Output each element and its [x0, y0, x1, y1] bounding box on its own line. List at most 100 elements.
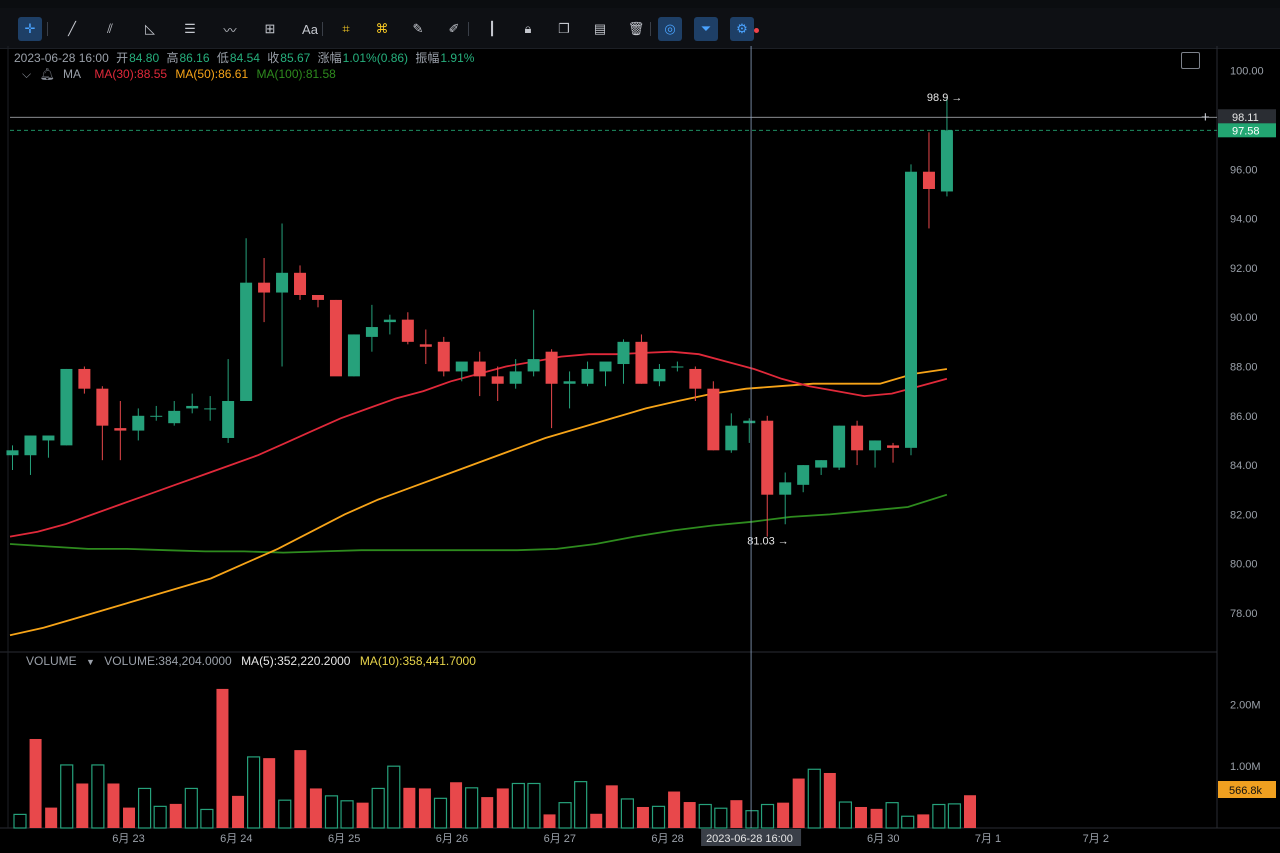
volume-bar — [481, 797, 494, 828]
volume-bar — [278, 799, 292, 829]
candle-body — [635, 341, 648, 384]
volume-bar — [668, 791, 681, 828]
volume-bar — [947, 803, 962, 829]
time-tick-label: 6月 25 — [328, 833, 360, 845]
candle-body — [150, 415, 163, 417]
candle-body — [204, 408, 217, 410]
volume-bar — [496, 788, 509, 828]
candle-body — [311, 294, 324, 300]
volume-bar — [558, 802, 572, 829]
candle-body — [905, 171, 917, 448]
volume-bar — [465, 787, 479, 829]
candle-body — [653, 368, 666, 382]
horizontal-price-label: 98.11 — [1232, 112, 1259, 124]
volume-bar — [294, 750, 307, 828]
ma100-line — [9, 493, 948, 554]
volume-bar — [107, 783, 120, 828]
volume-bar — [169, 803, 182, 828]
volume-bar — [137, 787, 152, 829]
volume-bar — [683, 802, 696, 828]
candle-body — [6, 450, 19, 456]
candle-body — [365, 327, 378, 337]
volume-bar — [60, 764, 74, 829]
price-tick-label: 86.00 — [1230, 411, 1258, 423]
candle-body — [60, 368, 73, 446]
volume-bar — [777, 802, 790, 828]
candle-body — [132, 415, 145, 431]
candle-body — [887, 445, 900, 448]
candle-body — [96, 388, 109, 426]
candle-body — [347, 334, 360, 377]
volume-bar — [792, 778, 805, 828]
volume-bar — [885, 802, 899, 829]
volume-bar — [854, 806, 867, 828]
volume-bar — [356, 802, 369, 828]
volume-bar — [823, 772, 836, 828]
volume-bar — [901, 815, 915, 829]
candle-body — [617, 341, 630, 365]
price-tick-label: 100.00 — [1230, 66, 1264, 78]
time-tick-label: 6月 28 — [651, 833, 683, 845]
candle-body — [599, 361, 612, 372]
volume-bar — [387, 765, 401, 829]
candle-body — [671, 366, 684, 368]
candle-body — [581, 368, 594, 384]
price-tick-label: 96.00 — [1230, 164, 1258, 176]
candle-body — [24, 435, 37, 456]
volume-bar — [324, 795, 339, 829]
volume-bar — [574, 781, 588, 829]
candle-body — [779, 482, 792, 495]
volume-bar — [964, 795, 976, 828]
time-tick-label: 7月 2 — [1083, 833, 1109, 845]
volume-bar — [29, 738, 42, 828]
volume-bar — [45, 807, 58, 828]
candle-body — [258, 282, 271, 293]
candle-body — [42, 435, 55, 441]
volume-bar — [153, 805, 167, 829]
ma30-line — [9, 350, 948, 538]
candle-body — [707, 388, 720, 451]
candle-body — [186, 405, 199, 409]
last-volume-label: 566.8k — [1229, 785, 1263, 797]
candle-body — [168, 410, 181, 424]
candle-body — [940, 130, 953, 192]
volume-bar — [620, 798, 634, 829]
volume-tick-label: 1.00M — [1230, 761, 1261, 773]
volume-bar — [309, 788, 322, 828]
candle-body — [437, 341, 450, 372]
volume-bar — [232, 795, 245, 828]
time-tick-label: 6月 27 — [544, 833, 576, 845]
price-tick-label: 78.00 — [1230, 608, 1258, 620]
candlestick-chart[interactable]: 100.0098.0096.0094.0092.0090.0088.0086.0… — [0, 0, 1280, 853]
candle-body — [294, 272, 307, 295]
candle-body — [797, 465, 810, 485]
candle-body — [114, 428, 127, 431]
volume-bar — [216, 688, 229, 828]
candle-body — [222, 401, 235, 438]
volume-bar — [247, 756, 261, 829]
volume-bar — [760, 803, 775, 829]
candle-body — [329, 299, 342, 377]
volume-bar — [403, 787, 416, 828]
candle-body — [473, 361, 486, 377]
candle-body — [419, 344, 432, 347]
volume-bar — [76, 783, 89, 828]
price-tick-label: 88.00 — [1230, 361, 1258, 373]
volume-bar — [605, 785, 618, 828]
volume-bar — [450, 782, 463, 828]
time-tick-label: 7月 1 — [975, 833, 1001, 845]
volume-bar — [371, 787, 385, 829]
candle-body — [527, 359, 540, 372]
candle-body — [689, 368, 702, 389]
volume-bar — [511, 782, 525, 829]
candle-body — [922, 171, 935, 189]
price-tick-label: 84.00 — [1230, 460, 1258, 472]
volume-bar — [13, 813, 27, 829]
volume-bar — [714, 807, 728, 829]
time-tick-label: 6月 23 — [112, 833, 144, 845]
add-alert-icon: + — [1201, 109, 1210, 126]
volume-bar — [200, 808, 214, 829]
volume-bar — [917, 814, 930, 828]
candle-body — [491, 376, 504, 384]
volume-bar — [543, 814, 556, 828]
